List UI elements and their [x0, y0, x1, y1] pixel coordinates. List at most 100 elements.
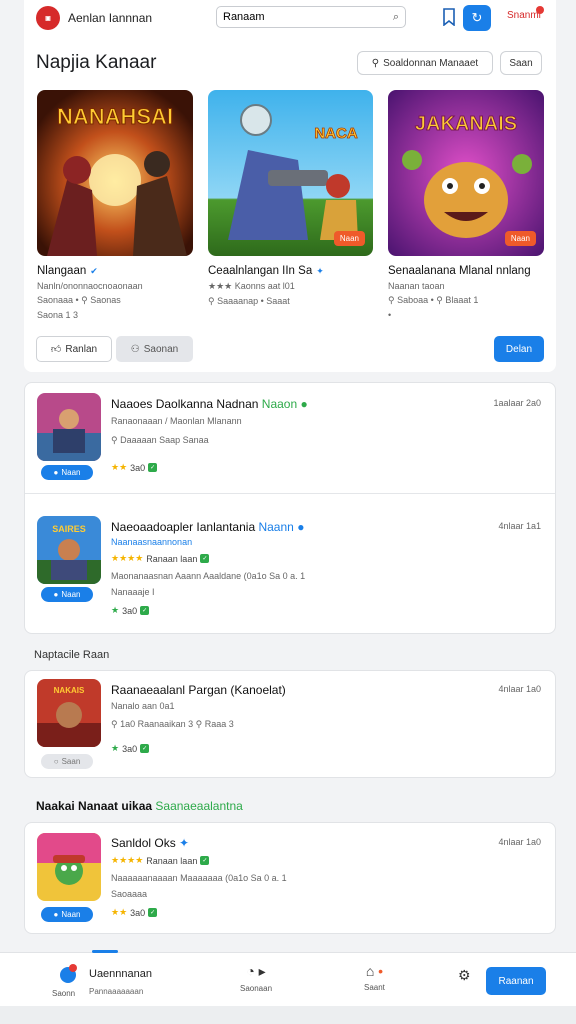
compass-icon: ◔ ▸: [246, 963, 266, 979]
get-button[interactable]: ● Naan: [41, 465, 93, 480]
download-icon: ●: [53, 468, 59, 477]
game-thumbnail[interactable]: [37, 833, 101, 901]
rating: ★★ 3a0 ✓: [111, 907, 158, 918]
download-icon: ○: [53, 757, 59, 766]
search-icon: ⚲: [371, 57, 380, 69]
game-meta: Nanln/ononnaocnoaonaan: [37, 281, 143, 291]
verified-badge-icon: ✓: [140, 606, 150, 615]
list-item-title: Sanldol Oks ✦: [111, 836, 190, 850]
verified-icon: ✔: [90, 265, 98, 276]
verified-badge-icon: ✓: [140, 744, 150, 753]
list-item-title: Raanaeaalanl Pargan (Kanoelat): [111, 683, 286, 697]
refresh-icon: ↻: [471, 10, 483, 25]
game-name: Senaalanana Mlanal nnlang: [388, 265, 531, 277]
download-icon: ●: [53, 590, 59, 599]
notification-dot: [536, 6, 544, 14]
filter-button[interactable]: ⚲ Soaldonnan Manaaet: [357, 51, 493, 75]
app-logo[interactable]: ▣: [36, 6, 60, 30]
game-cover[interactable]: NACA Naan: [208, 90, 373, 256]
get-button[interactable]: ○ Saan: [41, 754, 93, 769]
list-item-detail: Saoaaaa: [111, 889, 148, 899]
cover-title: NACA: [314, 125, 357, 142]
verified-badge-icon: ✓: [148, 463, 158, 472]
game-name: Ceaalnlangan IIn Sa ✦: [208, 265, 324, 277]
verified-icon: ●: [297, 520, 305, 534]
system-bar: [0, 1006, 576, 1024]
featured-section: Napjia Kanaar ⚲ Soaldonnan Manaaet Saan N…: [24, 36, 556, 372]
nav-item-settings[interactable]: ⚙: [458, 967, 471, 988]
star-icon: ★★: [111, 907, 128, 917]
rating: ★ 3a0 ✓: [111, 743, 150, 754]
user-button[interactable]: ⚇ Saonan: [116, 336, 193, 362]
verified-badge-icon: ✓: [148, 908, 158, 917]
sort-button[interactable]: Saan: [500, 51, 542, 75]
game-meta: Saonaaa • ⚲ Saonas: [37, 295, 121, 305]
game-thumbnail[interactable]: NAKAIS: [37, 679, 101, 747]
top-bar: ▣ Aenlan Iannnan ⌕ ↻ Snanml: [24, 0, 556, 36]
list-item[interactable]: NAKAIS ○ Saan Raanaeaalanl Pargan (Kanoel…: [25, 671, 555, 779]
rating: ★★ 3a0 ✓: [111, 462, 158, 473]
section-title: Napjia Kanaar: [36, 52, 157, 73]
list-item-detail: Maonanaasnan Aaann Aaaldane (0a1o Sa 0 a…: [111, 571, 306, 581]
cover-badge: Naan: [333, 231, 365, 246]
rank-button-label: Ranlan: [65, 343, 98, 355]
star-icon: ★★★★: [111, 553, 144, 563]
list-item-subtitle: Ranaonaaan / Maonlan Mlanann: [111, 416, 242, 426]
notification-dot: [69, 964, 77, 972]
game-thumbnail[interactable]: [37, 393, 101, 461]
nav-item-store[interactable]: ⌂ • Saant: [364, 963, 385, 992]
list-item[interactable]: ● Naan Sanldol Oks ✦ 4nlaar 1a0 ★★★★ Ranaa…: [25, 823, 555, 935]
app-title: Aenlan Iannnan: [68, 11, 153, 25]
settings-icon: ⚙: [458, 967, 471, 983]
get-button[interactable]: ● Naan: [41, 907, 93, 922]
user-name: Uaennnanan: [89, 968, 153, 980]
bottom-navigation: Saonn Uaennnanan Pannaaaaaaan ◔ ▸ Saonaan…: [0, 950, 576, 1006]
nav-active-indicator: [92, 950, 118, 953]
rating: ★★★★ Ranaan laan ✓: [111, 553, 210, 564]
svg-text:SAIRES: SAIRES: [52, 524, 86, 534]
bookmark-icon[interactable]: [442, 8, 456, 26]
cover-title: JAKANAIS: [415, 113, 517, 135]
search-icon[interactable]: ⌕: [393, 11, 399, 24]
game-meta: ★★★ Kaonns aat l01: [208, 281, 295, 291]
search-box[interactable]: ⌕: [216, 6, 406, 28]
game-card[interactable]: NANAHSAI Nlangaan ✔ Nanln/ononnaocnoaonaa…: [37, 90, 193, 320]
refresh-button[interactable]: ↻: [463, 5, 491, 31]
list-item[interactable]: ● Naan Naaoes Daolkanna Nadnan Naaon ● 1a…: [25, 383, 555, 493]
verified-badge-icon: ✓: [200, 554, 210, 563]
game-card[interactable]: JAKANAIS Naan Senaalanana Mlanal nnlang …: [388, 90, 544, 320]
get-button[interactable]: ● Naan: [41, 587, 93, 602]
timestamp: 4nlaar 1a1: [498, 521, 541, 531]
list-item-title: Naeoaadoapler Ianlantania Naann ●: [111, 520, 305, 534]
game-meta: •: [388, 310, 392, 320]
primary-nav-button[interactable]: Raanan: [486, 967, 546, 995]
primary-action-button[interactable]: Delan: [494, 336, 544, 362]
rank-button[interactable]: 👍︎ Ranlan: [36, 336, 112, 362]
game-list: ● Naan Sanldol Oks ✦ 4nlaar 1a0 ★★★★ Ranaa…: [24, 822, 556, 934]
list-item[interactable]: SAIRES ● Naan Naeoaadoapler Ianlantania N…: [25, 494, 555, 634]
game-card[interactable]: NACA Naan Ceaalnlangan IIn Sa ✦ ★★★ Kaonn…: [208, 90, 373, 307]
nav-item-profile[interactable]: Saonn: [52, 989, 75, 998]
section-heading: Naakai Nanaat uikaa Saanaeaalantna: [36, 799, 243, 813]
cover-badge: Naan: [504, 231, 536, 246]
game-thumbnail[interactable]: SAIRES: [37, 516, 101, 584]
home-icon: ⌂ •: [365, 963, 384, 979]
search-input[interactable]: [223, 11, 393, 23]
list-item-detail: ⚲ Daaaaan Saap Sanaa: [111, 435, 209, 445]
user-button-label: Saonan: [143, 343, 179, 355]
rating: ★★★★ Ranaan laan ✓: [111, 855, 210, 866]
thumbs-up-icon: 👍︎: [50, 344, 62, 355]
rating: ★ 3a0 ✓: [111, 605, 150, 616]
game-cover[interactable]: NANAHSAI: [37, 90, 193, 256]
star-icon: ★: [111, 743, 120, 753]
star-icon: ★: [111, 605, 120, 615]
user-subtitle: Pannaaaaaaan: [89, 987, 144, 996]
game-list: NAKAIS ○ Saan Raanaeaalanl Pargan (Kanoel…: [24, 670, 556, 778]
section-heading: Naptacile Raan: [34, 649, 110, 661]
list-item-detail: ⚲ 1a0 Raanaaikan 3 ⚲ Raaa 3: [111, 719, 234, 729]
game-cover[interactable]: JAKANAIS Naan: [388, 90, 544, 256]
nav-item-discover[interactable]: ◔ ▸ Saonaan: [240, 963, 272, 993]
game-meta: Saona 1 3: [37, 310, 79, 320]
verified-icon: ●: [300, 397, 308, 411]
timestamp: 1aalaar 2a0: [493, 398, 541, 408]
